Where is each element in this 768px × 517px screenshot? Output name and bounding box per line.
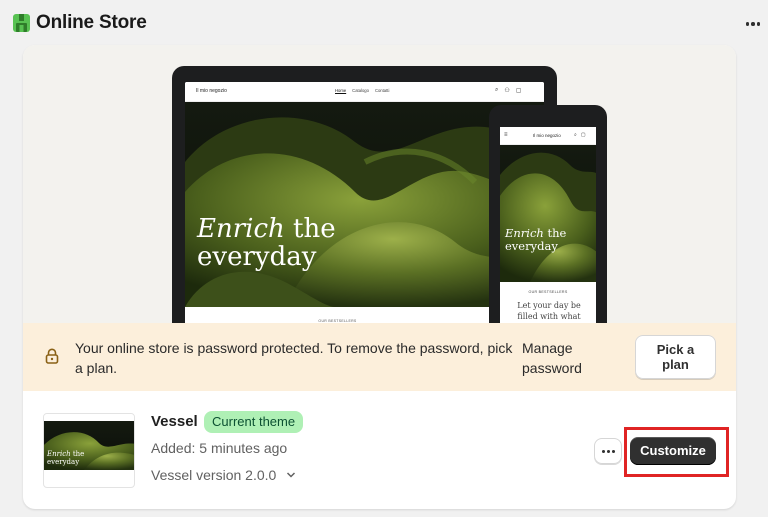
page-title: Online Store	[36, 12, 147, 33]
current-theme-badge: Current theme	[204, 411, 304, 433]
password-banner: Your online store is password protected.…	[23, 323, 736, 391]
phone-bestsellers-label: OUR BESTSELLERS	[528, 290, 568, 294]
phone-hero-headline: Enrich the everyday	[505, 226, 567, 253]
nav-link-catalog: Catalogo	[352, 88, 369, 93]
customize-highlight	[624, 427, 729, 477]
cart-icon: ▢	[515, 88, 522, 94]
top-bar: Online Store	[0, 0, 768, 46]
theme-preview: Il mio negozio Home Catalogo Contatti ⌕ …	[23, 45, 736, 323]
theme-added-time: Added: 5 minutes ago	[151, 440, 288, 456]
store-nav: Il mio negozio Home Catalogo Contatti ⌕ …	[185, 82, 544, 102]
lock-icon	[45, 348, 59, 364]
nav-link-home: Home	[335, 88, 347, 93]
chevron-down-icon	[287, 472, 296, 478]
search-icon: ⌕	[574, 132, 577, 138]
online-store-icon	[13, 14, 30, 32]
store-nav-icons: ⌕ ⚇ ▢	[495, 87, 521, 94]
thumb-nav	[44, 414, 134, 420]
pick-plan-button[interactable]: Pick a plan	[635, 335, 716, 379]
phone-hero-image	[500, 145, 596, 282]
theme-name: Vessel	[151, 413, 198, 430]
hero-headline: Enrich the everyday	[197, 214, 336, 272]
store-brand: Il mio negozio	[196, 88, 227, 94]
phone-screen: ≡ Il mio negozio ⌕ ▢ Enrich the everyday…	[500, 127, 596, 323]
search-icon: ⌕	[495, 87, 499, 93]
theme-thumbnail: Enrich the everyday	[43, 413, 135, 488]
cart-icon: ▢	[580, 132, 586, 138]
phone-mockup: ≡ Il mio negozio ⌕ ▢ Enrich the everyday…	[489, 105, 607, 323]
phone-nav: ≡ Il mio negozio ⌕ ▢	[500, 127, 596, 145]
nav-link-contact: Contatti	[374, 88, 390, 93]
menu-icon: ≡	[504, 132, 508, 138]
theme-actions-button[interactable]	[594, 438, 622, 464]
account-icon: ⚇	[504, 88, 510, 94]
phone-tagline: Let your day be filled with what	[517, 301, 581, 321]
more-actions-icon[interactable]	[742, 14, 764, 34]
password-message: Your online store is password protected.…	[75, 340, 513, 376]
manage-password-link[interactable]: Manage password	[522, 338, 582, 378]
thumb-headline: Enrich the everyday	[47, 450, 85, 466]
store-nav-links: Home Catalogo Contatti	[335, 88, 389, 93]
phone-nav-icons: ⌕ ▢	[574, 132, 586, 138]
phone-brand: Il mio negozio	[533, 133, 561, 138]
theme-version-dropdown[interactable]: Vessel version 2.0.0	[151, 467, 296, 483]
